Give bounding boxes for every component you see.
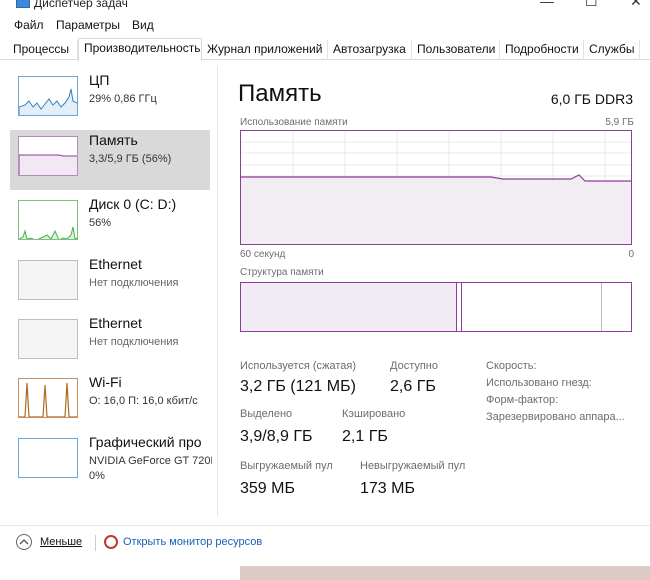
memory-composition-bar bbox=[240, 282, 632, 332]
tab-processes[interactable]: Процессы bbox=[8, 40, 78, 60]
sidebar-item-gpu[interactable]: Графический про NVIDIA GeForce GT 720M 0… bbox=[10, 432, 212, 492]
tab-details[interactable]: Подробности bbox=[500, 40, 584, 60]
sidebar-item-label: ЦП bbox=[89, 72, 110, 88]
committed-value: 3,9/8,9 ГБ bbox=[240, 428, 313, 445]
composition-modified bbox=[461, 283, 462, 331]
available-value: 2,6 ГБ bbox=[390, 378, 436, 395]
fewer-details-link[interactable]: Меньше bbox=[40, 536, 82, 548]
sidebar-item-percent: 0% bbox=[89, 470, 105, 482]
available-label: Доступно bbox=[390, 360, 439, 372]
menu-file[interactable]: Файл bbox=[14, 18, 44, 32]
usage-graph-max: 5,9 ГБ bbox=[605, 117, 634, 128]
tab-performance[interactable]: Производительность bbox=[78, 38, 202, 61]
open-resource-monitor-link[interactable]: Открыть монитор ресурсов bbox=[123, 536, 262, 548]
sidebar-item-detail: Нет подключения bbox=[89, 336, 179, 348]
sidebar-item-wifi[interactable]: Wi-Fi О: 16,0 П: 16,0 кбит/с bbox=[10, 372, 210, 432]
cached-value: 2,1 ГБ bbox=[342, 428, 388, 445]
wifi-thumbnail-graph bbox=[18, 378, 78, 418]
sidebar-item-label: Графический про bbox=[89, 434, 202, 450]
time-axis-label: 60 секунд bbox=[240, 249, 286, 260]
resource-sidebar: ЦП 29% 0,86 ГГц Память 3,3/5,9 ГБ (56%) … bbox=[0, 66, 218, 516]
sidebar-item-label: Диск 0 (C: D:) bbox=[89, 196, 177, 212]
sidebar-item-detail: О: 16,0 П: 16,0 кбит/с bbox=[89, 395, 198, 407]
minimize-button[interactable]: — bbox=[540, 0, 554, 8]
memory-detail-panel: Память 6,0 ГБ DDR3 Использование памяти … bbox=[238, 80, 638, 510]
ethernet-thumbnail-graph bbox=[18, 260, 78, 300]
speed-label: Скорость: bbox=[486, 360, 537, 372]
form-factor-label: Форм-фактор: bbox=[486, 394, 559, 406]
sidebar-item-detail: 3,3/5,9 ГБ (56%) bbox=[89, 153, 172, 165]
tab-strip: Процессы Производительность Журнал прило… bbox=[0, 38, 650, 61]
ethernet-thumbnail-graph bbox=[18, 319, 78, 359]
sidebar-item-detail: 29% 0,86 ГГц bbox=[89, 93, 157, 105]
composition-label: Структура памяти bbox=[240, 267, 324, 278]
sidebar-item-disk[interactable]: Диск 0 (C: D:) 56% bbox=[10, 194, 210, 254]
cached-label: Кэшировано bbox=[342, 408, 406, 420]
menu-view[interactable]: Вид bbox=[132, 18, 154, 32]
footer-divider bbox=[95, 535, 96, 551]
sidebar-item-label: Ethernet bbox=[89, 256, 142, 272]
tab-startup[interactable]: Автозагрузка bbox=[328, 40, 412, 60]
sidebar-item-detail: Нет подключения bbox=[89, 277, 179, 289]
in-use-label: Используется (сжатая) bbox=[240, 360, 357, 372]
sidebar-item-ethernet-2[interactable]: Ethernet Нет подключения bbox=[10, 313, 210, 373]
maximize-button[interactable]: ☐ bbox=[585, 0, 598, 8]
memory-thumbnail-graph bbox=[18, 136, 78, 176]
composition-standby bbox=[601, 283, 602, 331]
memory-total: 6,0 ГБ DDR3 bbox=[550, 91, 633, 107]
sidebar-item-detail: NVIDIA GeForce GT 720M bbox=[89, 455, 212, 467]
composition-in-use bbox=[241, 283, 457, 331]
close-button[interactable]: ✕ bbox=[630, 0, 642, 8]
chevron-up-icon[interactable] bbox=[16, 534, 32, 550]
sidebar-item-detail: 56% bbox=[89, 217, 112, 229]
hardware-reserved-label: Зарезервировано аппара... bbox=[486, 411, 625, 423]
page-title: Память bbox=[238, 80, 322, 107]
menu-options[interactable]: Параметры bbox=[56, 18, 120, 32]
resource-monitor-icon[interactable] bbox=[104, 535, 118, 549]
desktop-background-strip bbox=[240, 566, 650, 580]
title-bar: Диспетчер задач — ☐ ✕ bbox=[0, 0, 650, 12]
menu-bar: Файл Параметры Вид bbox=[0, 14, 650, 36]
committed-label: Выделено bbox=[240, 408, 293, 420]
time-axis-zero: 0 bbox=[628, 249, 634, 260]
cpu-thumbnail-graph bbox=[18, 76, 78, 116]
sidebar-item-cpu[interactable]: ЦП 29% 0,86 ГГц bbox=[10, 70, 210, 130]
sidebar-item-label: Wi-Fi bbox=[89, 374, 122, 390]
slots-label: Использовано гнезд: bbox=[486, 377, 592, 389]
task-manager-icon bbox=[16, 0, 30, 8]
sidebar-item-label: Ethernet bbox=[89, 315, 142, 331]
paged-pool-value: 359 МБ bbox=[240, 480, 295, 497]
paged-pool-label: Выгружаемый пул bbox=[240, 460, 333, 472]
tab-app-history[interactable]: Журнал приложений bbox=[202, 40, 328, 60]
memory-usage-graph bbox=[240, 130, 632, 245]
tab-services[interactable]: Службы bbox=[584, 40, 640, 60]
gpu-thumbnail-graph bbox=[18, 438, 78, 478]
sidebar-item-memory[interactable]: Память 3,3/5,9 ГБ (56%) bbox=[10, 130, 210, 190]
nonpaged-pool-value: 173 МБ bbox=[360, 480, 415, 497]
sidebar-item-ethernet-1[interactable]: Ethernet Нет подключения bbox=[10, 254, 210, 314]
nonpaged-pool-label: Невыгружаемый пул bbox=[360, 460, 466, 472]
disk-thumbnail-graph bbox=[18, 200, 78, 240]
in-use-value: 3,2 ГБ (121 МБ) bbox=[240, 378, 356, 395]
sidebar-item-label: Память bbox=[89, 132, 138, 148]
window-title: Диспетчер задач bbox=[34, 0, 128, 10]
footer-bar: Меньше Открыть монитор ресурсов bbox=[0, 525, 650, 561]
usage-graph-label: Использование памяти bbox=[240, 117, 348, 128]
tab-users[interactable]: Пользователи bbox=[412, 40, 500, 60]
